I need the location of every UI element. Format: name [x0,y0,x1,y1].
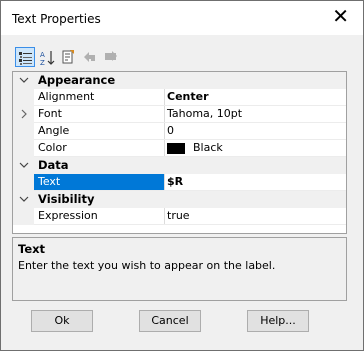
category-data[interactable]: Data [13,157,346,174]
property-label: Font [38,107,62,120]
chevron-down-icon[interactable] [19,75,29,85]
column-divider [164,208,165,225]
property-grid: Appearance Alignment Center Font Tahoma,… [12,71,347,234]
property-label: Angle [38,124,70,137]
column-divider [164,123,165,140]
property-row-angle[interactable]: Angle 0 [13,123,346,140]
forward-icon [105,51,117,61]
property-label: Alignment [38,90,95,103]
row-gutter [13,140,34,157]
property-row-text[interactable]: Text $R [13,174,346,191]
alphabetical-sort-button[interactable]: A Z [37,47,57,67]
category-visibility[interactable]: Visibility [13,191,346,208]
category-label: Appearance [38,73,116,87]
back-button[interactable] [80,47,100,67]
property-value[interactable]: Tahoma, 10pt [167,107,242,120]
column-divider [164,106,165,123]
chevron-right-icon[interactable] [19,109,29,119]
property-row-expression[interactable]: Expression true [13,208,346,225]
property-pages-button[interactable] [58,47,78,67]
row-gutter [13,123,34,140]
description-title: Text [18,242,46,256]
property-value[interactable]: Black [193,141,223,154]
category-label: Visibility [38,192,95,206]
row-gutter [13,106,34,123]
column-divider [164,140,165,157]
column-divider [164,89,165,106]
property-value[interactable]: true [167,209,190,222]
svg-text:A: A [40,51,45,59]
chevron-down-icon[interactable] [19,194,29,204]
property-value[interactable]: Center [167,90,209,103]
property-label: Text [38,175,61,188]
property-row-color[interactable]: Color Black [13,140,346,157]
property-toolbar: A Z [12,46,348,70]
chevron-down-icon[interactable] [19,160,29,170]
category-appearance[interactable]: Appearance [13,72,346,89]
row-gutter [13,89,34,106]
row-gutter [13,208,34,225]
property-value[interactable]: $R [167,175,183,188]
property-row-font[interactable]: Font Tahoma, 10pt [13,106,346,123]
close-icon[interactable]: ✕ [332,6,349,26]
categorized-icon [19,52,32,65]
title-bar: Text Properties ✕ [1,1,363,35]
property-label: Color [38,141,67,154]
row-divider [34,224,346,225]
svg-text:Z: Z [40,59,45,66]
color-swatch[interactable] [167,143,185,154]
cancel-button[interactable]: Cancel [139,310,201,332]
forward-button[interactable] [101,47,121,67]
categorized-view-button[interactable] [15,47,35,67]
property-value[interactable]: 0 [167,124,174,137]
ok-button[interactable]: Ok [31,310,93,332]
help-button[interactable]: Help... [247,310,309,332]
property-pages-icon [62,50,74,64]
property-label: Expression [38,209,98,222]
dialog-title: Text Properties [12,12,101,26]
column-divider [164,174,165,191]
description-panel: Text Enter the text you wish to appear o… [12,237,347,301]
sort-az-icon: A Z [40,51,55,66]
description-text: Enter the text you wish to appear on the… [18,259,276,272]
back-icon [84,52,95,62]
category-label: Data [38,158,69,172]
property-row-alignment[interactable]: Alignment Center [13,89,346,106]
text-properties-dialog: Text Properties ✕ A Z Appearance Alignme… [0,0,364,351]
row-gutter [13,174,34,191]
